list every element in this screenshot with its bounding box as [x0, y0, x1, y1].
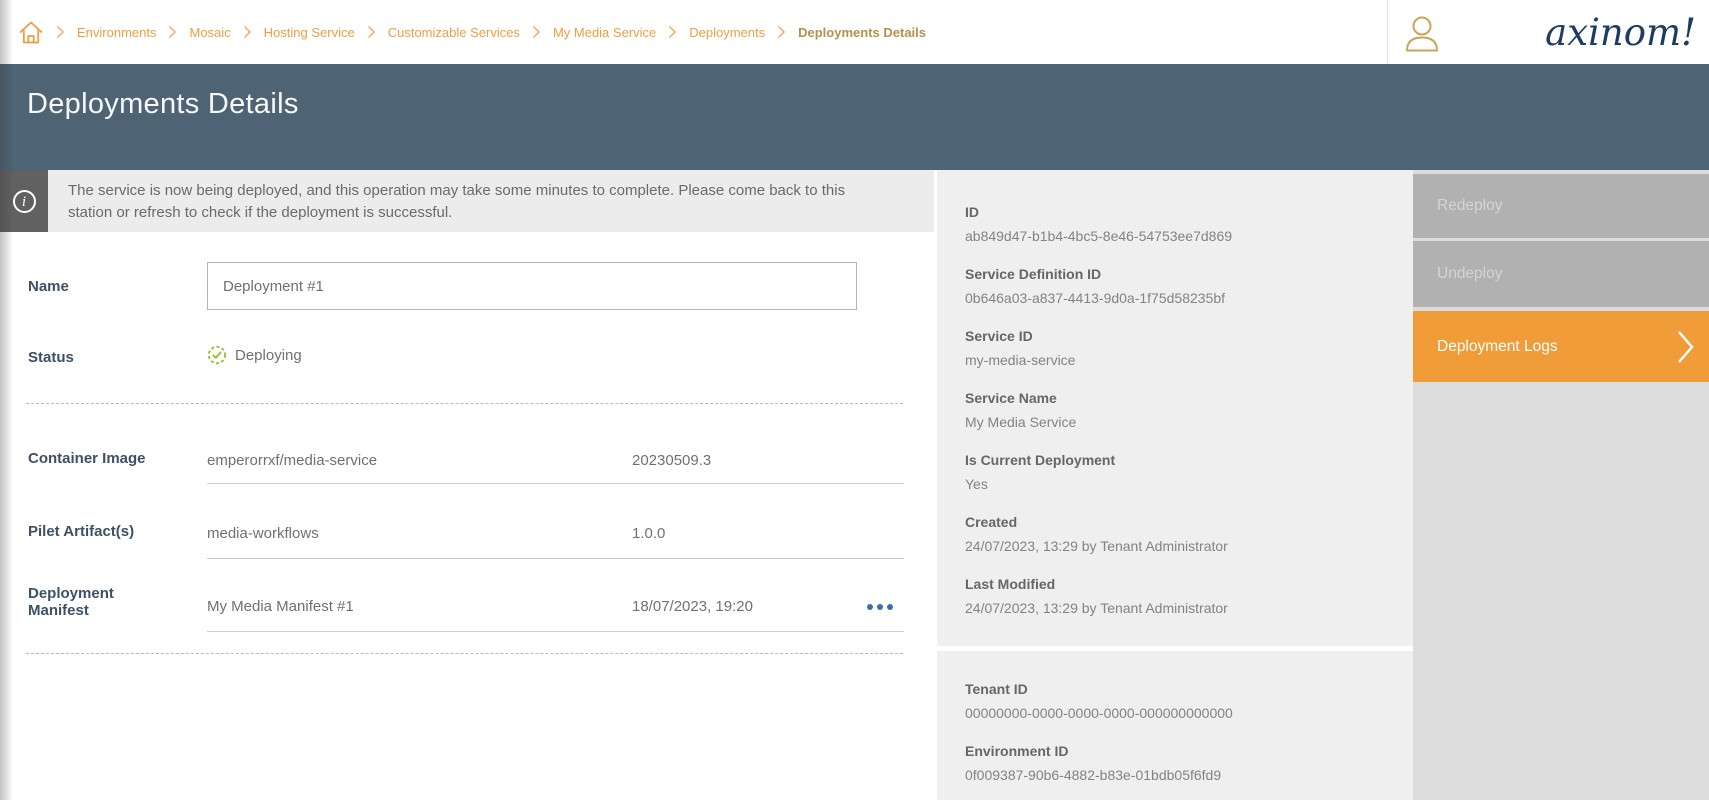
container-image-value: emperorrxf/media-service [207, 452, 377, 469]
info-banner-body: The service is now being deployed, and t… [48, 170, 934, 232]
info-icon: i [13, 190, 36, 213]
dot-icon [877, 604, 883, 610]
breadcrumb-item-environments[interactable]: Environments [77, 25, 156, 40]
detail-label: Service ID [965, 328, 1383, 344]
breadcrumb-item-customizable-services[interactable]: Customizable Services [388, 25, 520, 40]
name-input[interactable] [207, 262, 857, 310]
breadcrumb-separator-icon [777, 25, 786, 39]
section-divider [26, 653, 903, 654]
detail-field-is-current-deployment: Is Current Deployment Yes [965, 452, 1383, 492]
detail-value: 0b646a03-a837-4413-9d0a-1f75d58235bf [965, 290, 1383, 306]
status-label: Status [28, 349, 74, 366]
detail-label: Service Name [965, 390, 1383, 406]
breadcrumb-item-mosaic[interactable]: Mosaic [189, 25, 230, 40]
name-label: Name [28, 278, 69, 295]
axinom-logo-text: axinom! [1545, 11, 1696, 54]
detail-value: 24/07/2023, 13:29 by Tenant Administrato… [965, 538, 1383, 554]
chevron-right-icon [1677, 330, 1695, 364]
container-image-version: 20230509.3 [632, 452, 711, 469]
topbar-divider [1387, 0, 1388, 64]
breadcrumb-item-hosting-service[interactable]: Hosting Service [264, 25, 355, 40]
breadcrumb-separator-icon [56, 25, 65, 39]
pilet-artifacts-value: media-workflows [207, 525, 319, 542]
detail-label: Last Modified [965, 576, 1383, 592]
detail-value: my-media-service [965, 352, 1383, 368]
detail-label: Is Current Deployment [965, 452, 1383, 468]
detail-label: Created [965, 514, 1383, 530]
pilet-artifacts-version: 1.0.0 [632, 525, 665, 542]
detail-label: Service Definition ID [965, 266, 1383, 282]
detail-value: 24/07/2023, 13:29 by Tenant Administrato… [965, 600, 1383, 616]
detail-field-id: ID ab849d47-b1b4-4bc5-8e46-54753ee7d869 [965, 204, 1383, 244]
detail-label: ID [965, 204, 1383, 220]
details-panel: ID ab849d47-b1b4-4bc5-8e46-54753ee7d869 … [937, 170, 1413, 646]
deployment-manifest-date: 18/07/2023, 19:20 [632, 598, 753, 615]
breadcrumb-separator-icon [367, 25, 376, 39]
breadcrumb-item-my-media-service[interactable]: My Media Service [553, 25, 656, 40]
section-divider [26, 403, 903, 404]
detail-label: Tenant ID [965, 681, 1383, 697]
row-underline [207, 483, 904, 484]
detail-label: Environment ID [965, 743, 1383, 759]
action-sidebar: Redeploy Undeploy Deployment Logs [1413, 170, 1709, 800]
home-icon[interactable] [18, 19, 44, 46]
info-banner: i The service is now being deployed, and… [0, 170, 934, 232]
deployment-manifest-label: Deployment Manifest [28, 585, 148, 619]
deployment-logs-button[interactable]: Deployment Logs [1413, 311, 1709, 382]
user-profile-button[interactable] [1404, 15, 1440, 53]
details-meta-panel: Tenant ID 00000000-0000-0000-0000-000000… [937, 651, 1413, 800]
pilet-artifacts-label: Pilet Artifact(s) [28, 523, 178, 540]
deployment-manifest-value: My Media Manifest #1 [207, 598, 354, 615]
detail-field-last-modified: Last Modified 24/07/2023, 13:29 by Tenan… [965, 576, 1383, 616]
action-stack: Redeploy Undeploy Deployment Logs [1413, 170, 1709, 382]
undeploy-button[interactable]: Undeploy [1413, 241, 1709, 307]
detail-field-tenant-id: Tenant ID 00000000-0000-0000-0000-000000… [965, 681, 1383, 721]
user-icon [1404, 15, 1440, 53]
detail-field-service-name: Service Name My Media Service [965, 390, 1383, 430]
info-banner-message: The service is now being deployed, and t… [68, 180, 863, 224]
detail-value: 00000000-0000-0000-0000-000000000000 [965, 705, 1383, 721]
page-title: Deployments Details [27, 88, 299, 121]
status-deploying-icon [207, 345, 227, 365]
dot-icon [867, 604, 873, 610]
detail-value: 0f009387-90b6-4882-b83e-01bdb05f6fd9 [965, 767, 1383, 783]
breadcrumb-item-deployments[interactable]: Deployments [689, 25, 765, 40]
detail-field-created: Created 24/07/2023, 13:29 by Tenant Admi… [965, 514, 1383, 554]
deployment-logs-label: Deployment Logs [1437, 338, 1558, 356]
breadcrumb-item-deployments-details: Deployments Details [798, 25, 926, 40]
status-badge: Deploying [207, 345, 302, 365]
status-text: Deploying [235, 347, 302, 364]
detail-field-service-id: Service ID my-media-service [965, 328, 1383, 368]
breadcrumb-separator-icon [168, 25, 177, 39]
axinom-logo: axinom! [1516, 5, 1701, 64]
detail-value: My Media Service [965, 414, 1383, 430]
redeploy-button[interactable]: Redeploy [1413, 174, 1709, 238]
container-image-label: Container Image [28, 450, 178, 467]
row-underline [207, 558, 904, 559]
row-underline [207, 631, 904, 632]
detail-field-environment-id: Environment ID 0f009387-90b6-4882-b83e-0… [965, 743, 1383, 783]
page-header: Deployments Details [0, 64, 1709, 170]
dot-icon [887, 604, 893, 610]
detail-value: ab849d47-b1b4-4bc5-8e46-54753ee7d869 [965, 228, 1383, 244]
info-banner-icon-box: i [0, 170, 48, 232]
deployments-details-page: Environments Mosaic Hosting Service Cust… [0, 0, 1709, 800]
breadcrumb-separator-icon [243, 25, 252, 39]
top-bar: Environments Mosaic Hosting Service Cust… [0, 0, 1709, 64]
detail-field-service-definition-id: Service Definition ID 0b646a03-a837-4413… [965, 266, 1383, 306]
breadcrumb-separator-icon [532, 25, 541, 39]
manifest-more-menu-button[interactable] [863, 600, 897, 614]
breadcrumb: Environments Mosaic Hosting Service Cust… [18, 0, 926, 64]
detail-value: Yes [965, 476, 1383, 492]
breadcrumb-separator-icon [668, 25, 677, 39]
